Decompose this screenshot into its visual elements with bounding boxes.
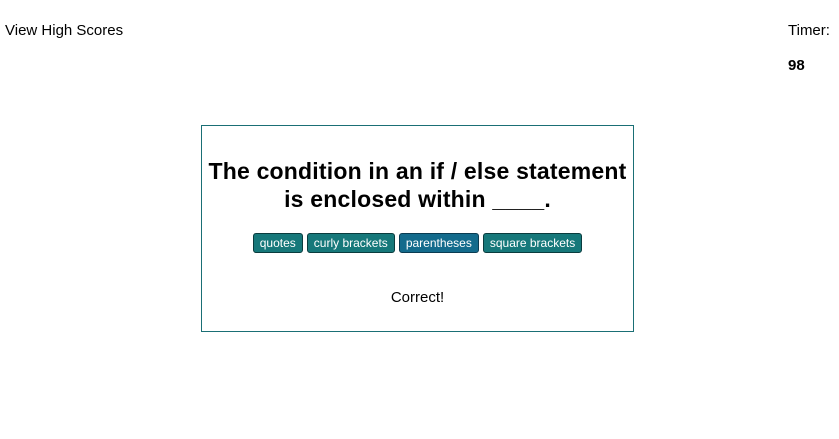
answer-choices: quotes curly brackets parentheses square… bbox=[202, 233, 633, 253]
timer-label: Timer: bbox=[788, 22, 830, 39]
question-card: The condition in an if / else statement … bbox=[201, 125, 634, 332]
view-high-scores-link[interactable]: View High Scores bbox=[5, 22, 123, 40]
timer-value: 98 bbox=[788, 57, 805, 74]
answer-button-square-brackets[interactable]: square brackets bbox=[482, 233, 583, 253]
answer-button-parentheses[interactable]: parentheses bbox=[398, 233, 479, 253]
answer-button-curly-brackets[interactable]: curly brackets bbox=[306, 233, 395, 253]
answer-button-quotes[interactable]: quotes bbox=[252, 233, 303, 253]
question-text: The condition in an if / else statement … bbox=[208, 158, 627, 212]
answer-feedback: Correct! bbox=[390, 289, 445, 306]
quiz-page: View High Scores Timer: 98 The condition… bbox=[0, 0, 839, 439]
